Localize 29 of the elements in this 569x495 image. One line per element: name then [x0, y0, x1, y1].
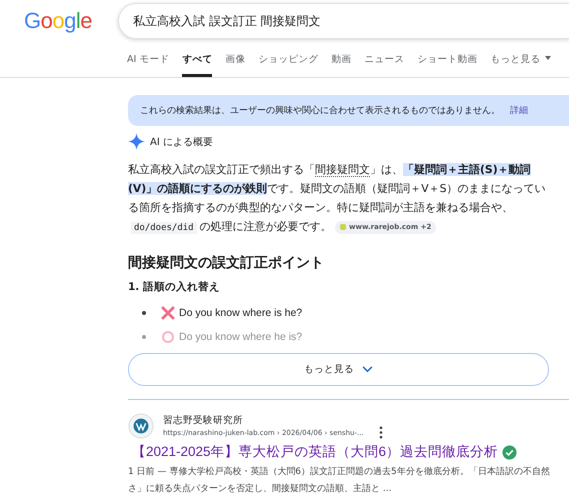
result-title-link[interactable]: 【2021-2025年】専大松戸の英語（大問6）過去問徹底分析: [132, 443, 498, 461]
search-tab[interactable]: 動画: [331, 53, 352, 77]
search-tab[interactable]: AI モード: [127, 53, 170, 77]
search-tab[interactable]: ショート動画: [417, 53, 478, 77]
bullet-dot: [142, 311, 146, 315]
chevron-down-icon: [362, 366, 373, 373]
more-options-icon[interactable]: [378, 426, 383, 438]
bullet-dot: [142, 335, 146, 339]
google-logo[interactable]: Google: [24, 6, 92, 34]
search-tab[interactable]: ニュース: [364, 53, 404, 77]
search-field[interactable]: 私立高校入試 誤文訂正 間接疑問文: [118, 2, 569, 38]
sparkle-icon: [128, 133, 145, 150]
bullet-text: Do you know where he is?: [179, 331, 302, 343]
search-tab[interactable]: 画像: [225, 53, 246, 77]
details-link[interactable]: 詳細: [510, 104, 528, 117]
search-tab[interactable]: ショッピング: [258, 53, 318, 77]
result-snippet: 1 日前 — 専修大学松戸高校・英語（大問6）誤文訂正問題の過去5年分を徹底分析。「日本語訳の不自然さ」に頼る失点パターンを否定し、間接疑問文の語順、主語と ...: [128, 466, 551, 495]
show-more-button[interactable]: もっと見る: [128, 353, 549, 386]
subheading: 1. 語順の入れ替え: [128, 280, 221, 294]
ai-overview-label: AI による概要: [150, 136, 213, 148]
notice-text: これらの検索結果は、ユーザーの興味や関心に合わせて表示されるものではありません。: [140, 104, 500, 117]
bullet-text: Do you know where is he?: [179, 307, 302, 319]
section-heading: 間接疑問文の誤文訂正ポイント: [128, 254, 325, 272]
cross-icon: [161, 306, 175, 320]
circle-icon: [161, 330, 175, 344]
search-tab[interactable]: もっと見る: [490, 53, 552, 77]
search-tab[interactable]: すべて: [182, 53, 212, 77]
site-favicon-icon: [128, 413, 154, 439]
site-name: 習志野受験研究所: [163, 414, 243, 426]
